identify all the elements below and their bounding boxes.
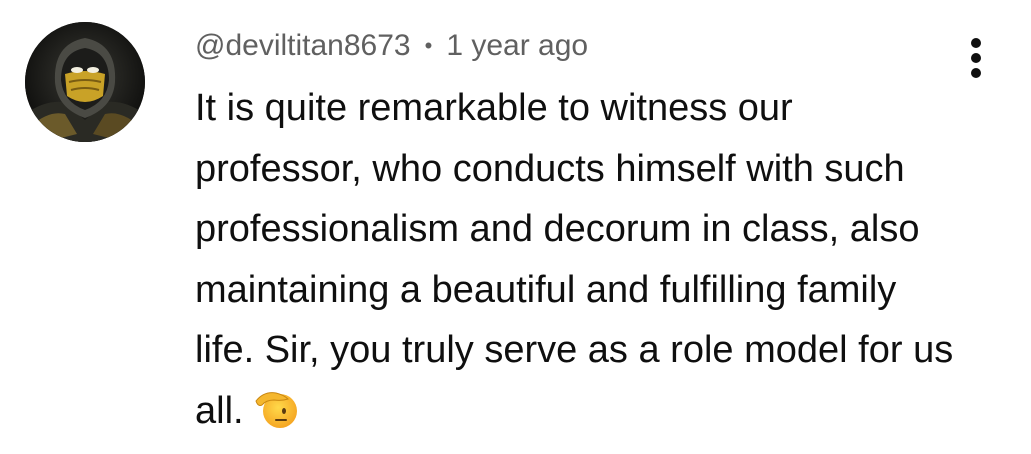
comment-menu-button[interactable] xyxy=(958,36,994,80)
avatar[interactable] xyxy=(25,22,145,142)
vertical-ellipsis-icon-dot xyxy=(971,68,981,78)
masked-ninja-avatar-icon xyxy=(25,22,145,142)
author-handle[interactable]: @deviltitan8673 xyxy=(195,29,411,63)
comment-item: @deviltitan8673 • 1 year ago It is quite… xyxy=(0,0,1031,454)
saluting-face-emoji-icon xyxy=(254,387,300,448)
meta-separator: • xyxy=(424,33,433,58)
comment-timestamp[interactable]: 1 year ago xyxy=(446,29,588,63)
comment-meta: @deviltitan8673 • 1 year ago xyxy=(195,24,588,68)
comment-body: It is quite remarkable to witness our pr… xyxy=(195,78,955,447)
comment-text: It is quite remarkable to witness our pr… xyxy=(195,87,954,432)
vertical-ellipsis-icon-dot xyxy=(971,38,981,48)
vertical-ellipsis-icon-dot xyxy=(971,53,981,63)
